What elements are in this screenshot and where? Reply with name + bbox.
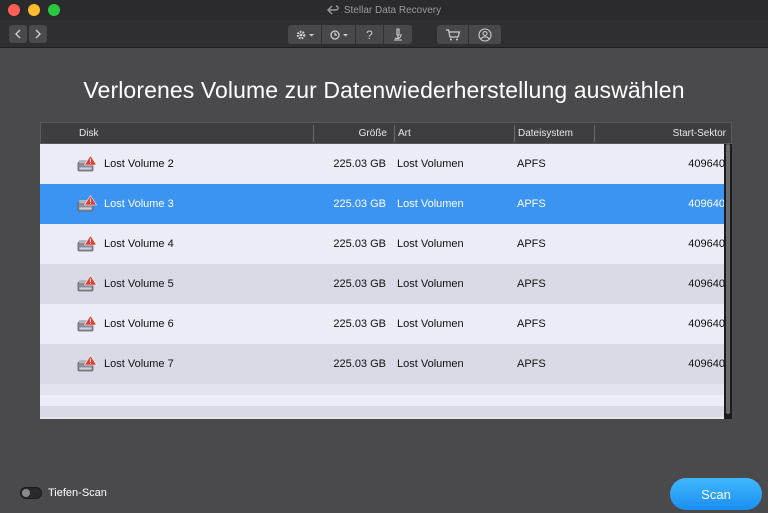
hard-drive-warning-icon bbox=[77, 314, 98, 333]
table-row[interactable]: Lost Volume 3 225.03 GB Lost Volumen APFS 40… bbox=[40, 184, 725, 224]
scrollbar-thumb[interactable] bbox=[726, 144, 730, 414]
column-header-size[interactable]: Größe bbox=[313, 123, 387, 144]
app-logo-icon bbox=[326, 5, 339, 15]
window-title: Stellar Data Recovery bbox=[326, 4, 442, 16]
column-header-disk[interactable]: Disk bbox=[79, 123, 98, 144]
help-button[interactable]: ? bbox=[356, 25, 384, 44]
cell-filesystem: APFS bbox=[517, 238, 546, 250]
empty-row bbox=[40, 406, 724, 417]
cell-disk-name: Lost Volume 3 bbox=[104, 198, 174, 210]
history-icon bbox=[329, 29, 348, 40]
chevron-right-icon bbox=[35, 29, 41, 39]
table-row[interactable]: Lost Volume 6 225.03 GB Lost Volumen APFS 40… bbox=[40, 304, 725, 344]
empty-row bbox=[40, 395, 724, 406]
account-button[interactable] bbox=[469, 25, 501, 44]
scan-button[interactable]: Scan bbox=[670, 478, 762, 510]
cell-type: Lost Volumen bbox=[397, 318, 464, 330]
history-button[interactable] bbox=[322, 25, 356, 44]
cell-size: 225.03 GB bbox=[333, 358, 386, 370]
hard-drive-warning-icon bbox=[77, 154, 98, 173]
title-bar: Stellar Data Recovery bbox=[0, 0, 768, 20]
maximize-window-button[interactable] bbox=[48, 4, 60, 16]
cell-size: 225.03 GB bbox=[333, 198, 386, 210]
cart-button[interactable] bbox=[437, 25, 469, 44]
cell-type: Lost Volumen bbox=[397, 198, 464, 210]
deep-scan-label: Tiefen-Scan bbox=[48, 487, 107, 499]
cell-type: Lost Volumen bbox=[397, 278, 464, 290]
cell-size: 225.03 GB bbox=[333, 158, 386, 170]
cell-start-sector: 409640 bbox=[688, 358, 725, 370]
cell-size: 225.03 GB bbox=[333, 278, 386, 290]
cell-filesystem: APFS bbox=[517, 358, 546, 370]
account-toolbar-group bbox=[437, 25, 501, 44]
empty-row bbox=[40, 384, 724, 395]
chevron-left-icon bbox=[15, 29, 21, 39]
window-controls bbox=[8, 4, 60, 16]
back-button[interactable] bbox=[9, 25, 27, 43]
cell-start-sector: 409640 bbox=[688, 318, 725, 330]
cell-disk-name: Lost Volume 5 bbox=[104, 278, 174, 290]
cell-type: Lost Volumen bbox=[397, 358, 464, 370]
cell-disk-name: Lost Volume 7 bbox=[104, 358, 174, 370]
column-header-filesystem[interactable]: Dateisystem bbox=[518, 123, 573, 144]
table-row[interactable]: Lost Volume 2 225.03 GB Lost Volumen APFS 40… bbox=[40, 144, 725, 184]
toggle-knob bbox=[22, 489, 30, 497]
settings-button[interactable] bbox=[288, 25, 322, 44]
help-icon: ? bbox=[366, 27, 373, 42]
cell-filesystem: APFS bbox=[517, 198, 546, 210]
page-title: Verlorenes Volume zur Datenwiederherstel… bbox=[83, 77, 685, 103]
cell-start-sector: 409640 bbox=[688, 238, 725, 250]
forward-button[interactable] bbox=[29, 25, 47, 43]
cell-size: 225.03 GB bbox=[333, 238, 386, 250]
cell-filesystem: APFS bbox=[517, 318, 546, 330]
cell-type: Lost Volumen bbox=[397, 238, 464, 250]
cell-disk-name: Lost Volume 4 bbox=[104, 238, 174, 250]
hard-drive-warning-icon bbox=[77, 274, 98, 293]
cell-disk-name: Lost Volume 6 bbox=[104, 318, 174, 330]
table-scrollbar[interactable] bbox=[724, 144, 732, 419]
window-title-text: Stellar Data Recovery bbox=[343, 4, 442, 16]
table-row[interactable]: Lost Volume 4 225.03 GB Lost Volumen APFS 40… bbox=[40, 224, 725, 264]
user-icon bbox=[478, 27, 492, 42]
hard-drive-warning-icon bbox=[77, 354, 98, 373]
toolbar: ? bbox=[0, 20, 768, 48]
cell-filesystem: APFS bbox=[517, 278, 546, 290]
deep-analysis-button[interactable] bbox=[384, 25, 412, 44]
minimize-window-button[interactable] bbox=[28, 4, 40, 16]
hard-drive-warning-icon bbox=[77, 234, 98, 253]
cell-disk-name: Lost Volume 2 bbox=[104, 158, 174, 170]
close-window-button[interactable] bbox=[8, 4, 20, 16]
cell-start-sector: 409640 bbox=[688, 158, 725, 170]
table-header: Disk Größe Art Dateisystem Start-Sektor bbox=[40, 122, 732, 144]
table-row[interactable]: Lost Volume 5 225.03 GB Lost Volumen APFS 40… bbox=[40, 264, 725, 304]
cart-icon bbox=[445, 28, 460, 40]
cell-start-sector: 409640 bbox=[688, 198, 725, 210]
tools-toolbar-group: ? bbox=[288, 25, 412, 44]
volume-table: Disk Größe Art Dateisystem Start-Sektor … bbox=[40, 122, 732, 419]
column-header-start-sector[interactable]: Start-Sektor bbox=[594, 123, 726, 144]
deep-scan-toggle[interactable] bbox=[20, 487, 42, 499]
microscope-icon bbox=[394, 28, 402, 41]
cell-size: 225.03 GB bbox=[333, 318, 386, 330]
hard-drive-warning-icon bbox=[77, 194, 98, 213]
column-header-type[interactable]: Art bbox=[398, 123, 411, 144]
gear-icon bbox=[296, 30, 314, 39]
cell-type: Lost Volumen bbox=[397, 158, 464, 170]
cell-start-sector: 409640 bbox=[688, 278, 725, 290]
table-row[interactable]: Lost Volume 7 225.03 GB Lost Volumen APFS 40… bbox=[40, 344, 725, 384]
cell-filesystem: APFS bbox=[517, 158, 546, 170]
